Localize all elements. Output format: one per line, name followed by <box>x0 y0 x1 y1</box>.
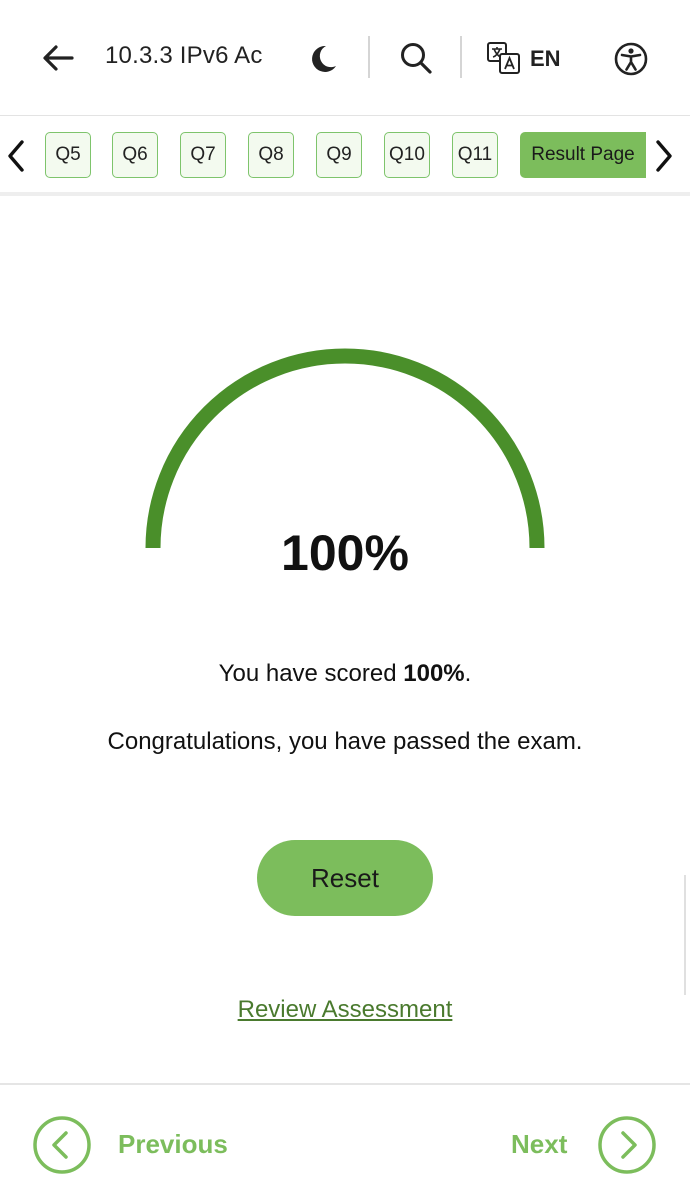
divider <box>460 36 462 78</box>
top-header: 10.3.3 IPv6 Ac EN <box>0 0 690 116</box>
chevron-left-circle-icon <box>32 1115 92 1175</box>
next-label: Next <box>511 1129 568 1159</box>
score-value: 100% <box>403 660 465 687</box>
chevron-right-icon[interactable] <box>650 136 678 176</box>
score-percentage: 100% <box>281 525 409 581</box>
question-chip-q11[interactable]: Q11 <box>452 132 498 178</box>
next-button[interactable]: Next <box>508 1115 660 1177</box>
translate-icon <box>486 40 522 76</box>
language-selector[interactable]: EN <box>486 40 576 76</box>
page-title: 10.3.3 IPv6 Ac <box>105 42 263 69</box>
accessibility-icon[interactable] <box>612 40 650 78</box>
back-arrow-icon[interactable] <box>40 40 76 76</box>
score-prefix: You have scored <box>218 660 404 687</box>
pass-message: Congratulations, you have passed the exa… <box>107 728 583 755</box>
question-chip-q8[interactable]: Q8 <box>248 132 294 178</box>
chevron-right-circle-icon <box>597 1115 657 1175</box>
question-chip-q9[interactable]: Q9 <box>316 132 362 178</box>
bottom-navigation: Previous Next <box>0 1083 690 1200</box>
question-chip-q10[interactable]: Q10 <box>384 132 430 178</box>
search-icon[interactable] <box>398 40 434 76</box>
question-chip-q7[interactable]: Q7 <box>180 132 226 178</box>
question-navigator: Q5 Q6 Q7 Q8 Q9 Q10 Q11 Result Page <box>0 116 690 196</box>
previous-label: Previous <box>118 1129 228 1159</box>
result-page-tab[interactable]: Result Page <box>520 132 646 178</box>
question-chip-q6[interactable]: Q6 <box>112 132 158 178</box>
score-gauge-arc <box>145 348 545 549</box>
reset-button[interactable]: Reset <box>257 840 433 916</box>
score-suffix: . <box>464 660 472 687</box>
divider <box>368 36 370 78</box>
review-assessment-link[interactable]: Review Assessment <box>0 996 690 1024</box>
score-summary: You have scored 100%. <box>0 660 690 688</box>
previous-button[interactable]: Previous <box>32 1115 262 1177</box>
question-chip-q5[interactable]: Q5 <box>45 132 91 178</box>
chevron-left-icon[interactable] <box>2 136 30 176</box>
language-label: EN <box>530 46 561 71</box>
moon-icon[interactable] <box>306 42 340 76</box>
scrollbar[interactable] <box>684 875 686 995</box>
